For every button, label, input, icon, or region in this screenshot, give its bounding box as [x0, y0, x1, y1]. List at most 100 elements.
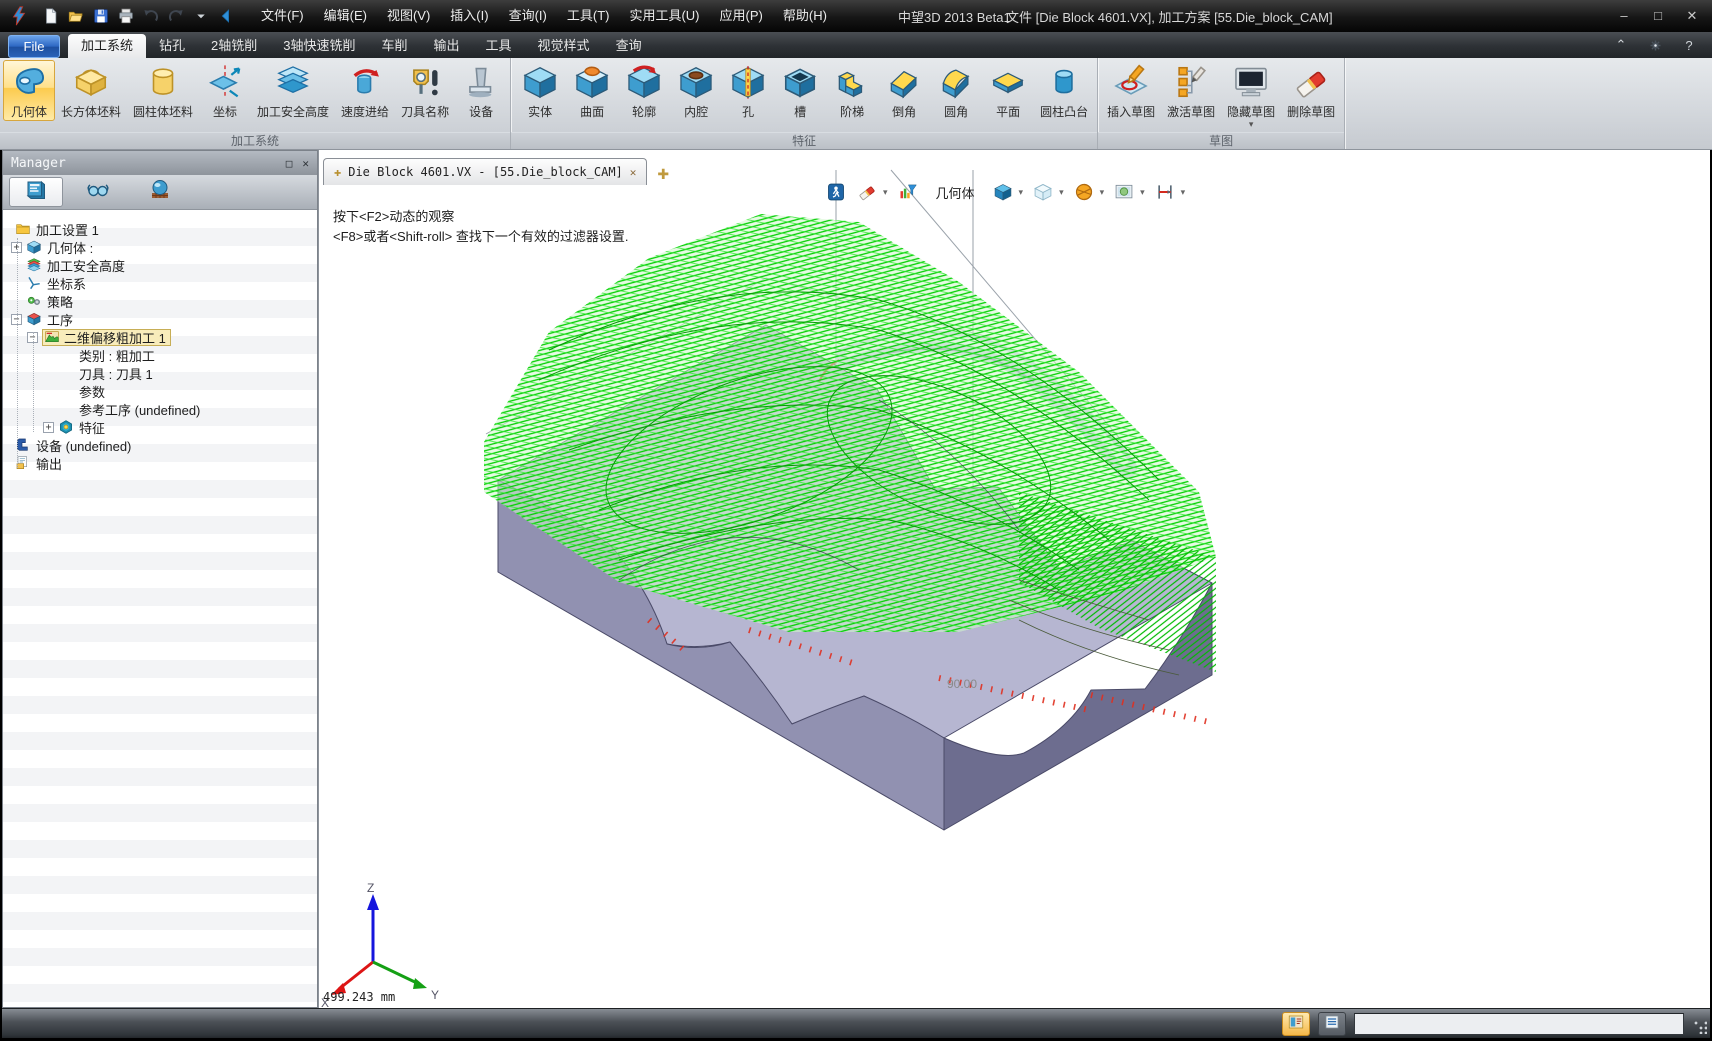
settings-icon[interactable]: [1646, 36, 1664, 54]
open-file-icon[interactable]: [65, 5, 87, 27]
ribbon-button[interactable]: 圆角: [930, 60, 982, 121]
help-icon[interactable]: ?: [1680, 36, 1698, 54]
tree-item[interactable]: 坐标系: [3, 274, 317, 292]
ribbon-button[interactable]: 插入草图: [1101, 60, 1161, 121]
tree-item[interactable]: 加工设置 1: [3, 220, 317, 238]
tree-item[interactable]: 策略: [3, 292, 317, 310]
dropdown-arrow-icon[interactable]: ▾: [1249, 120, 1254, 128]
ribbon-button[interactable]: 轮廓: [618, 60, 670, 121]
manager-close-button[interactable]: ✕: [302, 157, 309, 170]
ribbon-button[interactable]: 圆柱体坯料: [127, 60, 199, 121]
expand-icon[interactable]: +: [43, 422, 54, 433]
ribbon-tab[interactable]: 视觉样式: [525, 34, 603, 58]
menu-item[interactable]: 文件(F): [251, 0, 314, 32]
dropdown-arrow-icon[interactable]: ▾: [883, 187, 888, 198]
ribbon-button[interactable]: 内腔: [670, 60, 722, 121]
tree-item[interactable]: 类别 : 粗加工: [3, 346, 317, 364]
dropdown-arrow-icon[interactable]: ▾: [1019, 187, 1024, 198]
tree-item[interactable]: −二维偏移粗加工 1: [3, 328, 317, 346]
manager-tab-mgr-form[interactable]: [9, 177, 63, 207]
ribbon-button[interactable]: 刀具名称: [395, 60, 455, 121]
ribbon-button[interactable]: 隐藏草图▾: [1221, 60, 1281, 129]
tree-item[interactable]: 输出: [3, 454, 317, 472]
ribbon-tab[interactable]: 工具: [473, 34, 525, 58]
maximize-button[interactable]: □: [1650, 8, 1666, 24]
ribbon-tab[interactable]: 输出: [421, 34, 473, 58]
ribbon-button[interactable]: 删除草图: [1281, 60, 1341, 121]
ribbon-tab[interactable]: 加工系统: [68, 34, 146, 58]
tree-item[interactable]: −工序: [3, 310, 317, 328]
viewport[interactable]: 90.00 Z X Y ✚ Die Block 4601.VX - [55.Di…: [318, 150, 1710, 1008]
menu-item[interactable]: 帮助(H): [773, 0, 837, 32]
ribbon-button[interactable]: 速度进给: [335, 60, 395, 121]
ribbon-button[interactable]: 实体: [514, 60, 566, 121]
status-input[interactable]: [1354, 1013, 1684, 1035]
ribbon-button[interactable]: 设备: [455, 60, 507, 121]
redo-icon[interactable]: [165, 5, 187, 27]
ribbon-tab[interactable]: 3轴快速铣削: [270, 34, 368, 58]
save-icon[interactable]: [90, 5, 112, 27]
ribbon-button[interactable]: 圆柱凸台: [1034, 60, 1094, 121]
tree-item[interactable]: 参数: [3, 382, 317, 400]
section-icon[interactable]: [1154, 181, 1176, 203]
tree-item[interactable]: +几何体 :: [3, 238, 317, 256]
status-output-toggle-button[interactable]: [1318, 1012, 1346, 1036]
back-icon[interactable]: [215, 5, 237, 27]
file-menu-button[interactable]: File: [8, 35, 60, 58]
manager-restore-button[interactable]: □: [286, 157, 293, 170]
tree-item[interactable]: 参考工序 (undefined): [3, 400, 317, 418]
escape-icon[interactable]: [825, 181, 847, 203]
status-panel-toggle-button[interactable]: [1282, 1012, 1310, 1036]
ribbon-tab[interactable]: 车削: [369, 34, 421, 58]
new-file-icon[interactable]: [40, 5, 62, 27]
menu-item[interactable]: 视图(V): [377, 0, 440, 32]
dropdown-arrow-icon[interactable]: ▾: [1100, 187, 1105, 198]
ribbon-button[interactable]: 曲面: [566, 60, 618, 121]
tree-item[interactable]: 加工安全高度: [3, 256, 317, 274]
menu-down-icon[interactable]: [190, 5, 212, 27]
menu-item[interactable]: 查询(I): [499, 0, 557, 32]
ribbon-button[interactable]: 长方体坯料: [55, 60, 127, 121]
collapse-icon[interactable]: ⌃: [1612, 36, 1630, 54]
manager-tab-glasses[interactable]: [71, 177, 125, 207]
wheel-icon[interactable]: [1073, 181, 1095, 203]
tree-item[interactable]: +特征: [3, 418, 317, 436]
viewport-3d-scene[interactable]: 90.00 Z X Y: [319, 150, 1711, 1008]
ribbon-button[interactable]: 平面: [982, 60, 1034, 121]
eraser-icon[interactable]: [856, 181, 878, 203]
document-tab[interactable]: ✚ Die Block 4601.VX - [55.Die_block_CAM]…: [323, 158, 647, 185]
dropdown-arrow-icon[interactable]: ▾: [1140, 187, 1145, 198]
ribbon-button[interactable]: 阶梯: [826, 60, 878, 121]
menu-item[interactable]: 编辑(E): [314, 0, 377, 32]
ribbon-button[interactable]: 坐标: [199, 60, 251, 121]
menu-item[interactable]: 应用(P): [710, 0, 773, 32]
ribbon-tab[interactable]: 钻孔: [146, 34, 198, 58]
tree-item[interactable]: 设备 (undefined): [3, 436, 317, 454]
ribbon-button[interactable]: 加工安全高度: [251, 60, 335, 121]
resize-grip[interactable]: [1693, 1020, 1707, 1034]
ribbon-button[interactable]: 激活草图: [1161, 60, 1221, 121]
tab-close-icon[interactable]: ✕: [630, 166, 637, 179]
entity-filter-dropdown[interactable]: 几何体: [928, 183, 983, 202]
dropdown-arrow-icon[interactable]: ▾: [1181, 187, 1186, 198]
menu-item[interactable]: 实用工具(U): [619, 0, 709, 32]
ribbon-button[interactable]: 孔: [722, 60, 774, 121]
minimize-button[interactable]: –: [1616, 8, 1632, 24]
menu-item[interactable]: 插入(I): [440, 0, 498, 32]
ribbon-button[interactable]: 槽: [774, 60, 826, 121]
ribbon-tab[interactable]: 查询: [603, 34, 655, 58]
shaded-icon[interactable]: [992, 181, 1014, 203]
tree-item[interactable]: 刀具 : 刀具 1: [3, 364, 317, 382]
undo-icon[interactable]: [140, 5, 162, 27]
new-tab-button[interactable]: ✚: [657, 163, 669, 185]
filter-icon[interactable]: [897, 181, 919, 203]
wire-icon[interactable]: [1032, 181, 1054, 203]
close-button[interactable]: ✕: [1684, 8, 1700, 24]
dropdown-arrow-icon[interactable]: ▾: [1059, 187, 1064, 198]
ribbon-button[interactable]: 倒角: [878, 60, 930, 121]
ribbon-button[interactable]: 几何体: [3, 60, 55, 121]
ribbon-tab[interactable]: 2轴铣削: [198, 34, 270, 58]
image-icon[interactable]: [1113, 181, 1135, 203]
menu-item[interactable]: 工具(T): [557, 0, 620, 32]
print-icon[interactable]: [115, 5, 137, 27]
